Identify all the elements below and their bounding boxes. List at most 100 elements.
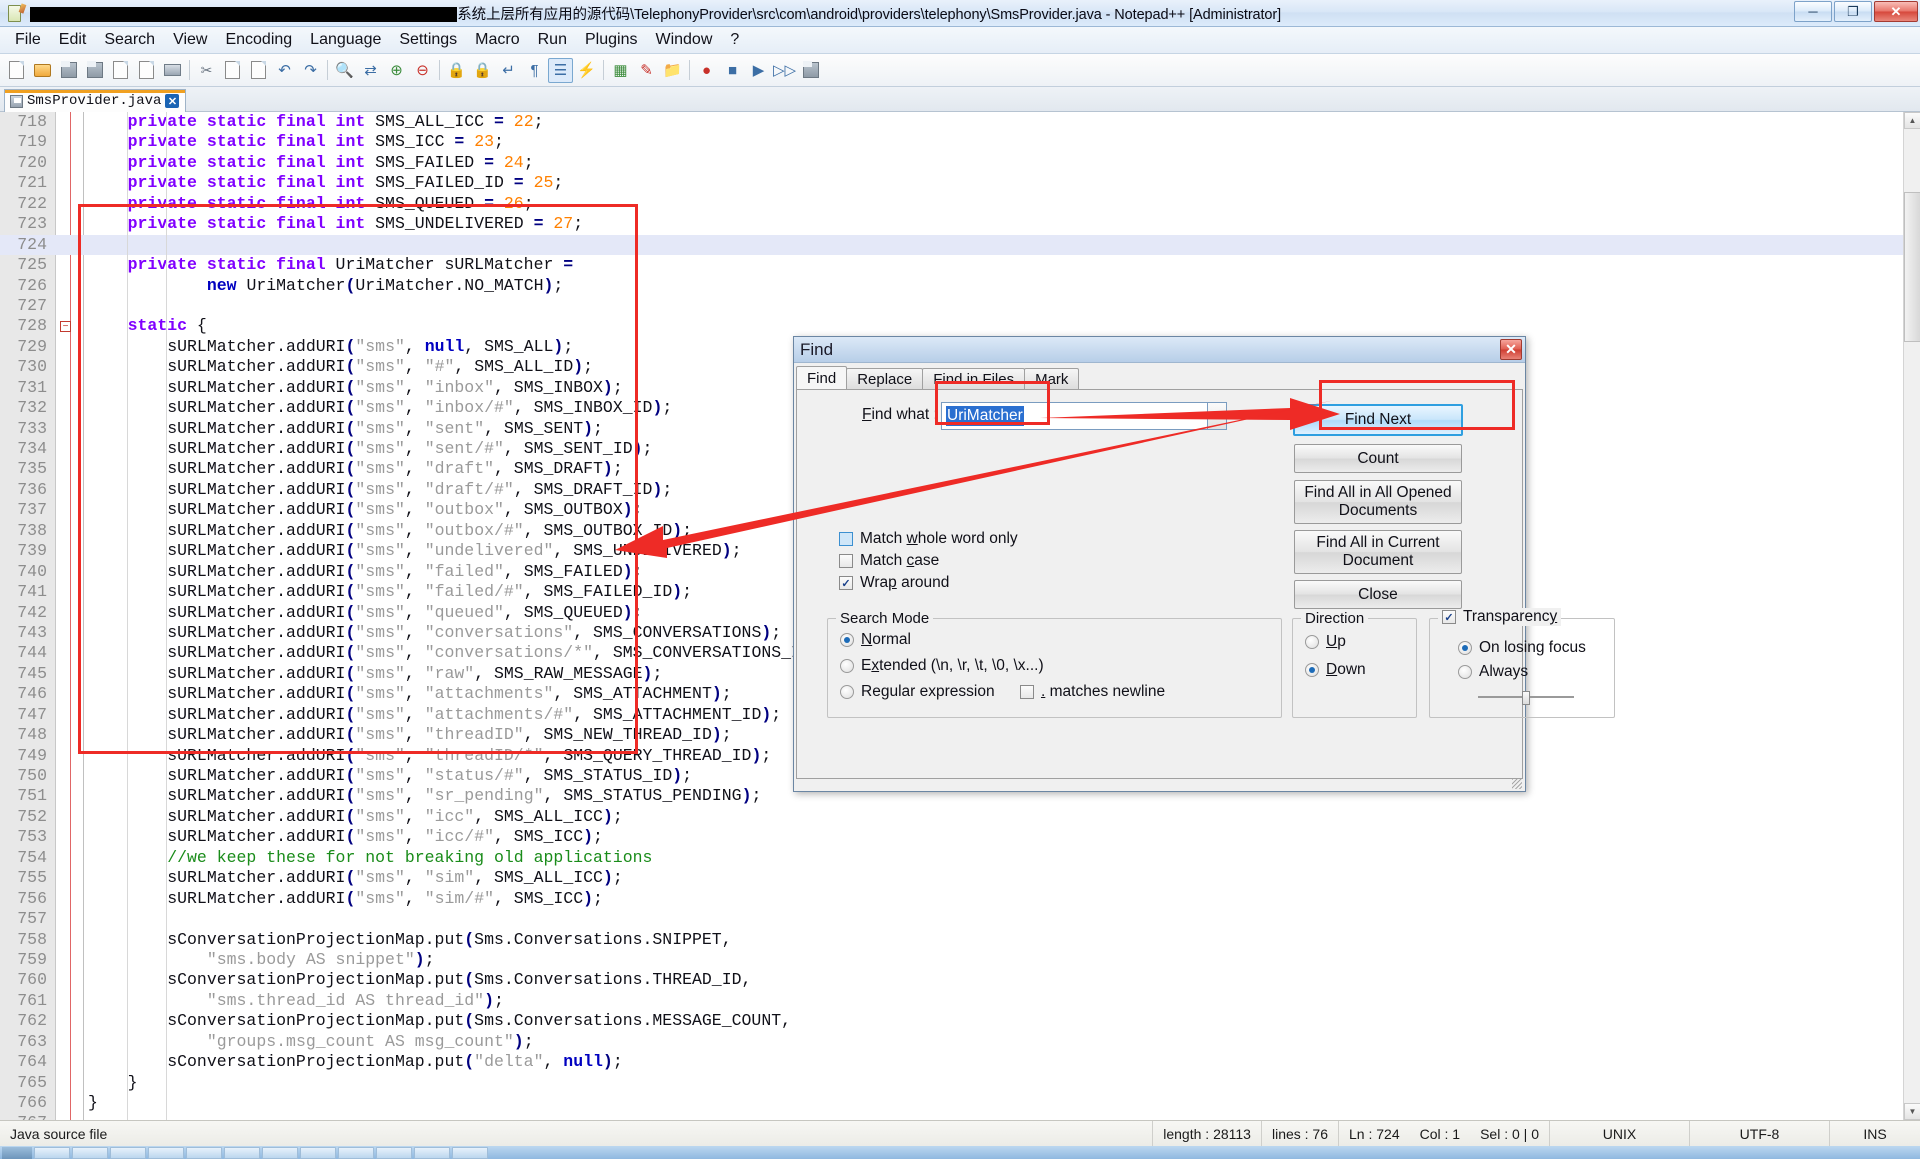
taskbar-item-11[interactable] <box>414 1147 450 1159</box>
save-icon[interactable] <box>56 58 81 83</box>
scrollbar-thumb[interactable] <box>1904 192 1920 342</box>
show-all-characters-icon[interactable]: ¶ <box>522 58 547 83</box>
function-list-icon[interactable]: ✎ <box>634 58 659 83</box>
copy-icon[interactable] <box>220 58 245 83</box>
taskbar-item-2[interactable] <box>72 1147 108 1159</box>
close-all-files-icon[interactable] <box>134 58 159 83</box>
play-macro-icon[interactable]: ▶ <box>746 58 771 83</box>
title-visible-segment: 系统上层所有应用的源代码\TelephonyProvider\src\com\a… <box>457 7 1281 23</box>
record-macro-icon[interactable]: ● <box>694 58 719 83</box>
tab-close-icon[interactable]: ✕ <box>165 94 179 108</box>
zoom-out-icon[interactable]: ⊖ <box>410 58 435 83</box>
user-defined-dialog-icon[interactable]: ⚡ <box>574 58 599 83</box>
cut-icon[interactable]: ✂ <box>194 58 219 83</box>
checkbox-match-whole-word-only[interactable]: Match whole word only <box>839 530 1018 548</box>
taskbar-item-6[interactable] <box>224 1147 260 1159</box>
save-macro-icon[interactable] <box>798 58 823 83</box>
find-dialog-close-button[interactable]: ✕ <box>1500 339 1522 360</box>
code-line: 728− static { <box>0 316 1920 336</box>
undo-icon[interactable]: ↶ <box>272 58 297 83</box>
taskbar-item-10[interactable] <box>376 1147 412 1159</box>
close-window-button[interactable]: ✕ <box>1874 1 1918 22</box>
radio-normal[interactable]: Normal <box>840 631 911 649</box>
menu-run[interactable]: Run <box>529 28 576 52</box>
find-icon[interactable]: 🔍 <box>332 58 357 83</box>
transparency-slider-thumb[interactable] <box>1522 691 1530 705</box>
tab-smsprovider-java[interactable]: SmsProvider.java ✕ <box>4 89 186 112</box>
taskbar-item-9[interactable] <box>338 1147 374 1159</box>
find-what-dropdown-arrow[interactable]: ▼ <box>1208 402 1227 430</box>
find-dialog[interactable]: Find ✕ Find Replace Find in Files Mark F… <box>793 336 1526 792</box>
line-number: 761 <box>0 991 47 1011</box>
close-button[interactable]: Close <box>1294 580 1462 609</box>
tab-replace[interactable]: Replace <box>846 368 923 390</box>
find-what-input[interactable]: UriMatcher <box>941 402 1208 430</box>
menu-language[interactable]: Language <box>301 28 390 52</box>
radio-down[interactable]: Down <box>1305 661 1366 679</box>
code-line-text: private static final int SMS_QUEUED = 26… <box>88 194 534 214</box>
sync-horizontal-scroll-icon[interactable]: 🔒 <box>470 58 495 83</box>
tab-find-in-files[interactable]: Find in Files <box>922 368 1025 390</box>
replace-icon[interactable]: ⇄ <box>358 58 383 83</box>
direction-title: Direction <box>1301 610 1368 627</box>
tab-mark[interactable]: Mark <box>1024 368 1079 390</box>
document-map-icon[interactable]: ▦ <box>608 58 633 83</box>
open-file-icon[interactable] <box>30 58 55 83</box>
maximize-button[interactable]: ❐ <box>1834 1 1872 22</box>
tab-find[interactable]: Find <box>796 366 847 390</box>
fold-collapse-icon[interactable]: − <box>60 321 71 332</box>
code-line: 719 private static final int SMS_ICC = 2… <box>0 132 1920 152</box>
menu-plugins[interactable]: Plugins <box>576 28 646 52</box>
radio-on-losing-focus[interactable]: On losing focus <box>1458 639 1586 657</box>
transparency-slider[interactable] <box>1478 691 1574 703</box>
run-macro-multiple-icon[interactable]: ▷▷ <box>772 58 797 83</box>
menu-view[interactable]: View <box>164 28 216 52</box>
radio-regular-expression[interactable]: Regular expression <box>840 683 995 701</box>
resize-grip[interactable] <box>1512 779 1522 789</box>
checkbox-dot-matches-newline[interactable]: . matches newline <box>1020 683 1165 701</box>
start-button[interactable] <box>2 1147 32 1159</box>
vertical-scrollbar[interactable]: ▲ ▼ <box>1903 112 1920 1120</box>
find-all-in-all-opened-documents-button[interactable]: Find All in All Opened Documents <box>1294 480 1462 524</box>
menu-help[interactable]: ? <box>721 28 748 52</box>
menu-settings[interactable]: Settings <box>390 28 466 52</box>
scroll-down-arrow[interactable]: ▼ <box>1904 1103 1920 1120</box>
menu-window[interactable]: Window <box>646 28 721 52</box>
count-button[interactable]: Count <box>1294 444 1462 473</box>
taskbar-item-8[interactable] <box>300 1147 336 1159</box>
radio-extended[interactable]: Extended (\n, \r, \t, \0, \x...) <box>840 657 1044 675</box>
taskbar-item-1[interactable] <box>34 1147 70 1159</box>
taskbar-item-4[interactable] <box>148 1147 184 1159</box>
radio-up[interactable]: Up <box>1305 633 1346 651</box>
new-file-icon[interactable] <box>4 58 29 83</box>
menu-macro[interactable]: Macro <box>466 28 528 52</box>
stop-macro-icon[interactable]: ■ <box>720 58 745 83</box>
menu-encoding[interactable]: Encoding <box>216 28 301 52</box>
save-all-icon[interactable] <box>82 58 107 83</box>
paste-icon[interactable] <box>246 58 271 83</box>
menu-search[interactable]: Search <box>95 28 164 52</box>
redo-icon[interactable]: ↷ <box>298 58 323 83</box>
sync-vertical-scroll-icon[interactable]: 🔒 <box>444 58 469 83</box>
radio-always[interactable]: Always <box>1458 663 1528 681</box>
folder-as-workspace-icon[interactable]: 📁 <box>660 58 685 83</box>
indent-guideline-icon[interactable]: ☰ <box>548 58 573 83</box>
print-icon[interactable] <box>160 58 185 83</box>
find-next-button[interactable]: Find Next <box>1293 404 1463 436</box>
close-file-icon[interactable] <box>108 58 133 83</box>
line-number: 720 <box>0 153 47 173</box>
taskbar-item-3[interactable] <box>110 1147 146 1159</box>
taskbar-item-7[interactable] <box>262 1147 298 1159</box>
minimize-button[interactable]: ─ <box>1794 1 1832 22</box>
scroll-up-arrow[interactable]: ▲ <box>1904 112 1920 129</box>
checkbox-transparency[interactable]: Transparency <box>1438 608 1561 626</box>
zoom-in-icon[interactable]: ⊕ <box>384 58 409 83</box>
menu-edit[interactable]: Edit <box>50 28 96 52</box>
find-all-in-current-document-button[interactable]: Find All in Current Document <box>1294 530 1462 574</box>
taskbar-item-12[interactable] <box>452 1147 488 1159</box>
checkbox-match-case[interactable]: Match case <box>839 552 939 570</box>
menu-file[interactable]: File <box>6 28 50 52</box>
word-wrap-icon[interactable]: ↵ <box>496 58 521 83</box>
checkbox-wrap-around[interactable]: Wrap around <box>839 574 949 592</box>
taskbar-item-5[interactable] <box>186 1147 222 1159</box>
